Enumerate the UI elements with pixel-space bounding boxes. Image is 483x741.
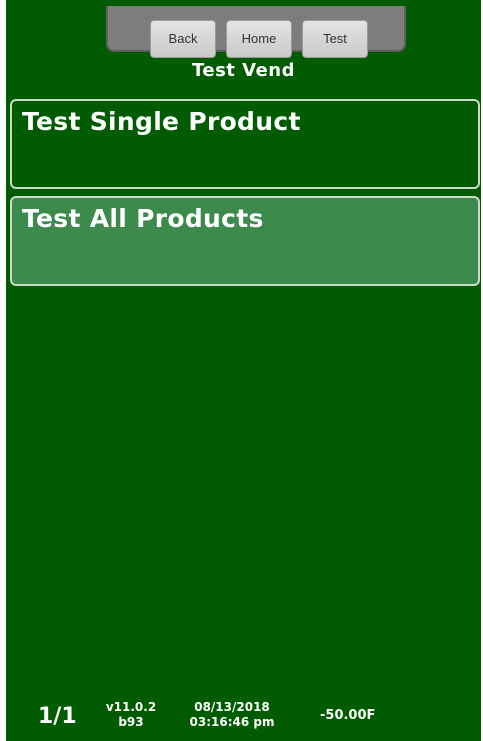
menu-item-label: Test Single Product <box>22 107 301 136</box>
time-text: 03:16:46 pm <box>189 715 275 729</box>
home-button[interactable]: Home <box>226 20 292 58</box>
back-button[interactable]: Back <box>150 20 216 58</box>
test-single-product-button[interactable]: Test Single Product <box>10 99 480 189</box>
temperature-readout: -50.00F <box>320 708 376 723</box>
build-number: b93 <box>118 715 144 729</box>
version-number: v11.0.2 <box>105 700 157 714</box>
nav-bar: Back Home Test <box>106 6 406 58</box>
test-all-products-button[interactable]: Test All Products <box>10 196 480 286</box>
test-button[interactable]: Test <box>302 20 368 58</box>
vend-screen: Back Home Test Test Vend Test Single Pro… <box>6 0 481 741</box>
datetime-info: 08/13/2018 03:16:46 pm <box>176 700 288 730</box>
status-footer: 1/1 v11.0.2 b93 08/13/2018 03:16:46 pm -… <box>6 700 481 740</box>
page-indicator: 1/1 <box>38 704 77 729</box>
version-info: v11.0.2 b93 <box>98 700 164 730</box>
menu-item-label: Test All Products <box>22 204 264 233</box>
date-text: 08/13/2018 <box>194 700 270 714</box>
page-title: Test Vend <box>191 60 296 81</box>
